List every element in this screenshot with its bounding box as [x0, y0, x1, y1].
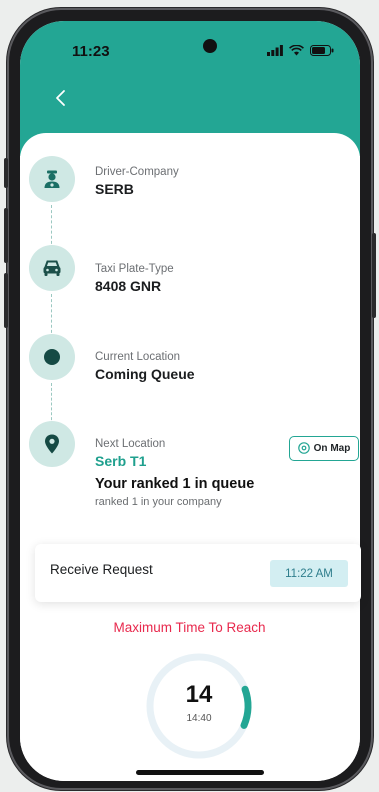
- driver-company-value: SERB: [95, 181, 134, 197]
- next-location-label: Next Location: [95, 438, 166, 450]
- current-location-label: Current Location: [95, 351, 181, 363]
- queue-rank: Your ranked 1 in queue: [95, 476, 255, 492]
- receive-request-card[interactable]: Receive Request 11:22 AM: [35, 544, 361, 602]
- taxi-step-circle: [29, 245, 75, 291]
- timeline-connector: [51, 294, 52, 338]
- timeline-connector: [51, 205, 52, 249]
- on-map-label: On Map: [313, 443, 351, 454]
- power-button: [372, 233, 376, 318]
- on-map-button[interactable]: On Map: [289, 436, 359, 461]
- volume-down-button: [4, 273, 8, 328]
- current-location-value: Coming Queue: [95, 366, 195, 382]
- current-location-step-circle: [29, 334, 75, 380]
- volume-up-button: [4, 208, 8, 263]
- countdown-timer: 14 14:40: [143, 650, 255, 762]
- driver-icon: [44, 170, 60, 188]
- taxi-plate-type-label: Taxi Plate-Type: [95, 263, 174, 275]
- request-time-badge: 11:22 AM: [270, 560, 348, 587]
- chevron-left-icon[interactable]: [50, 87, 72, 109]
- max-time-title: Maximum Time To Reach: [113, 620, 266, 635]
- company-rank: ranked 1 in your company: [95, 496, 222, 508]
- next-location-value: Serb T1: [95, 453, 147, 469]
- driver-company-label: Driver-Company: [95, 166, 179, 178]
- battery-icon: [310, 45, 334, 56]
- home-indicator[interactable]: [136, 770, 264, 775]
- taxi-icon: [43, 260, 61, 276]
- front-camera: [203, 39, 217, 53]
- receive-request-label: Receive Request: [50, 562, 153, 577]
- taxi-plate-value: 8408 GNR: [95, 278, 162, 294]
- signal-icon: [267, 45, 283, 56]
- wifi-icon: [289, 45, 304, 56]
- driver-step-circle: [29, 156, 75, 202]
- timer-minutes: 14: [185, 681, 213, 708]
- dot-icon: [44, 349, 60, 365]
- mute-switch: [4, 158, 8, 188]
- location-pin-icon: [297, 442, 310, 454]
- status-time: 11:23: [72, 43, 110, 60]
- status-bar: 11:23: [20, 39, 360, 67]
- timeline-connector: [51, 383, 52, 425]
- location-pin-icon: [45, 434, 59, 454]
- next-location-step-circle: [29, 421, 75, 467]
- timer-clock: 14:40: [186, 713, 212, 724]
